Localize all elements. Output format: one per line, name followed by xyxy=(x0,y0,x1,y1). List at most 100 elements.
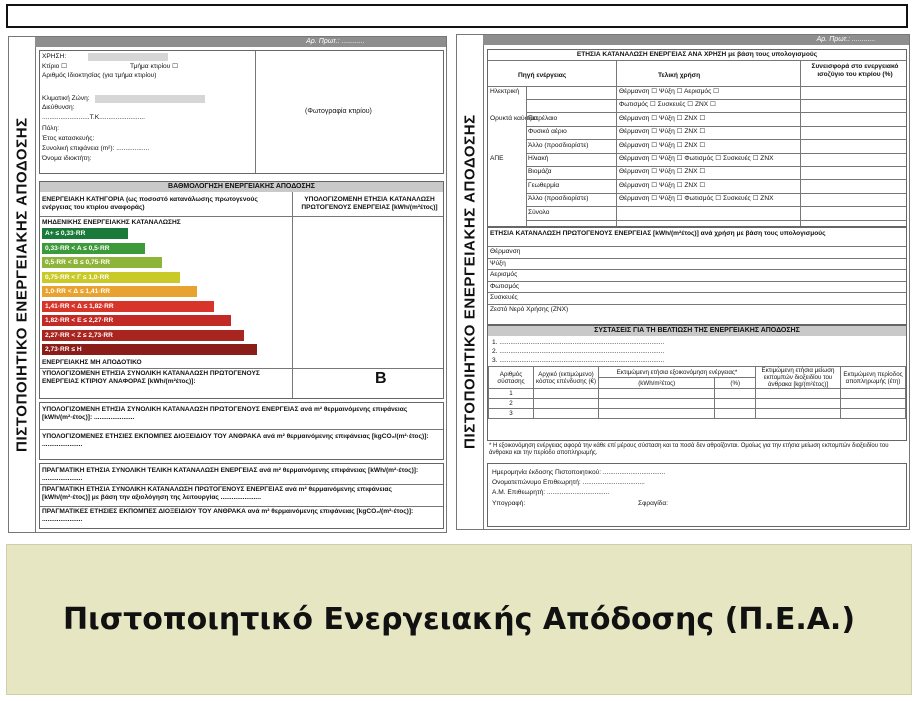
part-checkbox-label[interactable]: Τμήμα κτιρίου ☐ xyxy=(130,63,178,71)
usage-enduse-cell[interactable]: Θέρμανση ☐ Ψύξη ☐ ΖΝΧ ☐ xyxy=(619,115,705,123)
usage-enduse-cell[interactable]: Θέρμανση ☐ Ψύξη ☐ Φωτισμός ☐ Συσκευές ☐ … xyxy=(619,195,774,203)
col-contribution: Συνεισφορά στο ενεργειακό ισοζύγιο του κ… xyxy=(811,63,899,78)
rec-cell[interactable] xyxy=(533,408,599,420)
caption-title: Πιστοποιητικό Ενεργειακής Απόδοσης (Π.Ε.… xyxy=(62,602,856,637)
rec-cell[interactable] xyxy=(755,398,841,410)
rec-cell[interactable] xyxy=(533,398,599,410)
inspector-id-line[interactable]: Α.Μ. Επιθεωρητή: .......................… xyxy=(492,489,609,497)
use-row-label: Φωτισμός xyxy=(490,282,520,290)
reference-building-label: ΥΠΟΛΟΓΙΖΟΜΕΝΗ ΕΤΗΣΙΑ ΣΥΝΟΛΙΚΗ ΚΑΤΑΝΑΛΩΣΗ… xyxy=(42,370,260,385)
rec-cell[interactable] xyxy=(840,388,906,400)
rec-cell[interactable] xyxy=(840,398,906,410)
calc-primary-line: ΥΠΟΛΟΓΙΖΟΜΕΝΗ ΕΤΗΣΙΑ ΣΥΝΟΛΙΚΗ ΚΑΤΑΝΑΛΩΣΗ… xyxy=(42,406,408,421)
usage-vline-1 xyxy=(616,60,617,226)
usage-fuel-cell: Φυσικό αέριο xyxy=(528,128,567,136)
recommendation-line[interactable]: 3. .....................................… xyxy=(492,357,664,365)
building-info: ΧΡΗΣΗ: Κτίριο ☐ Τμήμα κτιρίου ☐ Αριθμός … xyxy=(39,50,444,174)
actual-final-line: ΠΡΑΓΜΑΤΙΚΗ ΕΤΗΣΙΑ ΣΥΝΟΛΙΚΗ ΤΕΛΙΚΗ ΚΑΤΑΝΑ… xyxy=(42,467,419,482)
usage-row-rule xyxy=(526,166,906,167)
category-heading: ΕΝΕΡΓΕΙΑΚΗ ΚΑΤΗΓΟΡΙΑ (ως ποσοστό κατανάλ… xyxy=(42,196,258,211)
usage-row-rule xyxy=(526,99,906,100)
rec-col-cost: Αρχικό (εκτιμώμενο) κόστος επένδυσης (€) xyxy=(533,365,599,390)
footnote: * Η εξοικονόμηση ενέργειας αφορά την κάθ… xyxy=(489,443,889,456)
use-field[interactable] xyxy=(88,53,168,61)
usage-fuel-cell: Άλλο (προσδιορίστε) xyxy=(528,195,589,203)
signature-block: Ημερομηνία έκδοσης Πιστοποιητικού: .....… xyxy=(487,463,907,527)
use-row-rule xyxy=(488,269,906,270)
top-text-box[interactable] xyxy=(6,4,908,28)
non-efficient-label: ΕΝΕΡΓΕΙΑΚΗΣ ΜΗ ΑΠΟΔΟΤΙΚΟ xyxy=(42,359,142,366)
stamp-line[interactable]: Σφραγίδα: xyxy=(638,500,668,508)
usage-source-cell: ΑΠΕ xyxy=(490,155,504,162)
actual-primary-line: ΠΡΑΓΜΑΤΙΚΗ ΕΤΗΣΙΑ ΣΥΝΟΛΙΚΗ ΚΑΤΑΝΑΛΩΣΗ ΠΡ… xyxy=(42,486,392,501)
rec-subcol-kwh: (kWh/m²έτος) xyxy=(597,377,716,390)
rec-cell[interactable] xyxy=(840,408,906,420)
climate-zone-label: Κλιματική Ζώνη: xyxy=(42,95,90,102)
calc-rule xyxy=(40,429,443,430)
usage-enduse-cell[interactable]: Θέρμανση ☐ Ψύξη ☐ ΖΝΧ ☐ xyxy=(619,128,705,136)
primary-use-table: ΕΤΗΣΙΑ ΚΑΤΑΝΑΛΩΣΗ ΠΡΩΤΟΓΕΝΟΥΣ ΕΝΕΡΓΕΙΑΣ … xyxy=(487,227,907,325)
calc-co2-line: ΥΠΟΛΟΓΙΖΟΜΕΝΕΣ ΕΤΗΣΙΕΣ ΕΚΠΟΜΠΕΣ ΔΙΟΞΕΙΔΙ… xyxy=(42,433,429,448)
usage-fuel-cell: Γεωθερμία xyxy=(528,181,560,189)
usage-enduse-cell[interactable]: Θέρμανση ☐ Ψύξη ☐ Φωτισμός ☐ Συσκευές ☐ … xyxy=(619,155,774,163)
use-row-label: Θέρμανση xyxy=(490,248,521,255)
rec-cell[interactable] xyxy=(533,388,599,400)
recommendation-line[interactable]: 1. .....................................… xyxy=(492,339,664,347)
use-row-rule xyxy=(488,246,906,247)
actual-co2-line: ΠΡΑΓΜΑΤΙΚΕΣ ΕΤΗΣΙΕΣ ΕΚΠΟΜΠΕΣ ΔΙΟΞΕΙΔΙΟΥ … xyxy=(42,508,414,523)
year-label: Έτος κατασκευής: xyxy=(42,135,95,142)
rec-col-number: Αριθμός σύστασης xyxy=(488,365,534,390)
rating-rule xyxy=(40,216,443,217)
owner-label: Όνομα ιδιοκτήτη: xyxy=(42,155,92,162)
rec-subcol-percent: (%) xyxy=(714,377,756,390)
rec-cell[interactable] xyxy=(597,398,716,410)
use-row-rule xyxy=(488,303,906,305)
usage-row-rule xyxy=(526,112,906,114)
usage-fuel-cell: Βιομάζα xyxy=(528,168,552,176)
issue-date-line[interactable]: Ημερομηνία έκδοσης Πιστοποιητικού: .....… xyxy=(492,469,665,477)
inspector-name-line[interactable]: Ονοματεπώνυμο Επιθεωρητή: ..............… xyxy=(492,479,645,487)
signature-line[interactable]: Υπογραφή: xyxy=(492,500,525,508)
recommendation-line[interactable]: 2. .....................................… xyxy=(492,348,664,356)
rec-row-number: 3 xyxy=(488,408,534,420)
usage-head-rule xyxy=(488,86,906,87)
usage-enduse-cell[interactable]: Θέρμανση ☐ Ψύξη ☐ ΖΝΧ ☐ xyxy=(619,168,705,176)
energy-class-bar: 1,82·RR < Ε ≤ 2,27·RR xyxy=(42,315,231,326)
usage-row-rule xyxy=(526,125,906,127)
climate-zone-field[interactable] xyxy=(95,95,205,103)
actual-rule-1 xyxy=(40,484,443,485)
rec-cell[interactable] xyxy=(597,408,716,420)
rec-cell[interactable] xyxy=(755,388,841,400)
actual-rule-2 xyxy=(40,506,443,507)
use-row-label: Αερισμός xyxy=(490,271,518,278)
rec-col-co2: Εκτιμώμενη ετήσια μείωση εκπομπών διοξει… xyxy=(755,365,841,390)
rec-cell[interactable] xyxy=(714,398,756,410)
rating-section: ΒΑΘΜΟΛΟΓΗΣΗ ΕΝΕΡΓΕΙΑΚΗΣ ΑΠΟΔΟΣΗΣ ΕΝΕΡΓΕΙ… xyxy=(39,181,444,431)
usage-enduse-cell[interactable]: Θέρμανση ☐ Ψύξη ☐ Αερισμός ☐ xyxy=(619,88,719,96)
reference-rule xyxy=(40,368,443,369)
energy-class-bar: 2,27·RR < Ζ ≤ 2,73·RR xyxy=(42,329,244,341)
rec-cell[interactable] xyxy=(714,408,756,420)
rec-col-savings: Εκτιμώμενη ετήσια εξοικονόμηση ενέργειας… xyxy=(598,365,756,379)
use-row-rule xyxy=(488,280,906,282)
usage-enduse-cell[interactable]: Θέρμανση ☐ Ψύξη ☐ ΖΝΧ ☐ xyxy=(619,182,705,190)
rating-header: ΒΑΘΜΟΛΟΓΗΣΗ ΕΝΕΡΓΕΙΑΚΗΣ ΑΠΟΔΟΣΗΣ xyxy=(40,182,443,192)
certificate-page-right: ΠΙΣΤΟΠΟΙΗΤΙΚΟ ΕΝΕΡΓΕΙΑΚΗΣ ΑΠΟΔΟΣΗΣ Αρ. Π… xyxy=(456,34,910,530)
usage-enduse-cell[interactable]: Θέρμανση ☐ Ψύξη ☐ ΖΝΧ ☐ xyxy=(619,142,705,150)
rec-cell[interactable] xyxy=(755,408,841,420)
energy-class-bar: 1,0·RR < Δ ≤ 1,41·RR xyxy=(42,286,197,297)
usage-fuel-cell: Σύνολο xyxy=(528,208,550,216)
photo-placeholder: (Φωτογραφία κτιρίου) xyxy=(305,108,372,115)
actual-section: ΠΡΑΓΜΑΤΙΚΗ ΕΤΗΣΙΑ ΣΥΝΟΛΙΚΗ ΤΕΛΙΚΗ ΚΑΤΑΝΑ… xyxy=(39,463,444,529)
caption-banner: Πιστοποιητικό Ενεργειακής Απόδοσης (Π.Ε.… xyxy=(6,544,912,695)
usage-rule xyxy=(488,60,906,61)
side-title: ΠΙΣΤΟΠΟΙΗΤΙΚΟ ΕΝΕΡΓΕΙΑΚΗΣ ΑΠΟΔΟΣΗΣ xyxy=(9,37,36,532)
usage-enduse-cell[interactable]: Φωτισμός ☐ Συσκευές ☐ ΖΝΧ ☐ xyxy=(619,101,716,109)
rec-cell[interactable] xyxy=(597,388,716,400)
primary-use-title: ΕΤΗΣΙΑ ΚΑΤΑΝΑΛΩΣΗ ΠΡΩΤΟΓΕΝΟΥΣ ΕΝΕΡΓΕΙΑΣ … xyxy=(490,230,826,237)
recommendations-header: ΣΥΣΤΑΣΕΙΣ ΓΙΑ ΤΗ ΒΕΛΤΙΩΣΗ ΤΗΣ ΕΝΕΡΓΕΙΑΚΗ… xyxy=(488,326,906,336)
property-number-label: Αριθμός Ιδιοκτησίας (για τμήμα κτιρίου) xyxy=(42,72,157,79)
building-checkbox-label[interactable]: Κτίριο ☐ xyxy=(42,63,67,71)
rec-cell[interactable] xyxy=(714,388,756,400)
col-final-use: Τελική χρήση xyxy=(658,72,701,79)
